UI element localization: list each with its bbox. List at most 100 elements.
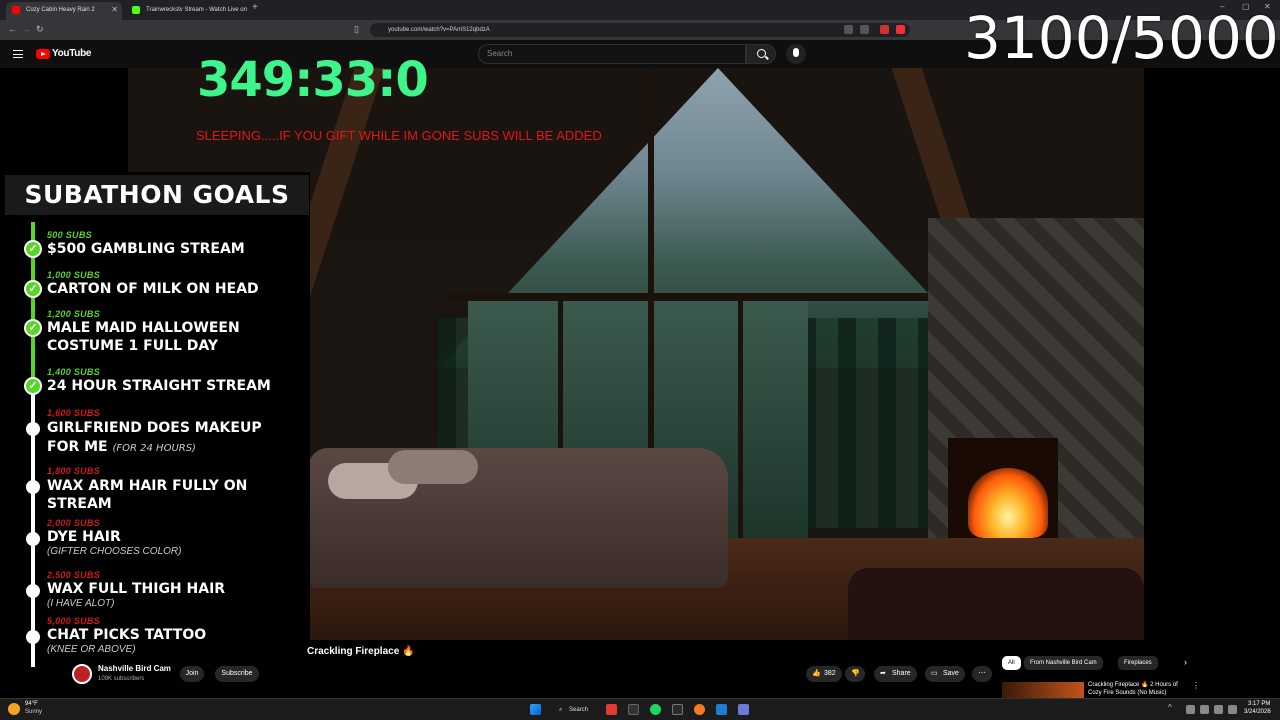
- dislike-button[interactable]: 👎: [845, 666, 865, 682]
- save-icon: ▭: [931, 670, 938, 677]
- brave-browser-icon[interactable]: [606, 704, 617, 715]
- back-icon[interactable]: ←: [8, 24, 17, 34]
- save-label: Save: [943, 670, 959, 677]
- clock-time[interactable]: 3:17 PM: [1248, 701, 1270, 707]
- thumbs-down-icon: 👎: [851, 670, 860, 677]
- video-title: Crackling Fireplace 🔥: [307, 646, 415, 657]
- goal-name: CHAT PICKS TATTOO: [47, 627, 207, 643]
- spotify-icon[interactable]: [650, 704, 661, 715]
- goal-name: DYE HAIR: [47, 529, 121, 545]
- goal-name: MALE MAID HALLOWEEN: [47, 320, 240, 336]
- search-icon: [757, 49, 766, 58]
- start-menu-icon[interactable]: [530, 704, 541, 715]
- recommendation-title[interactable]: Crackling Fireplace 🔥 2 Hours of Cozy Fi…: [1088, 681, 1188, 697]
- goal-subtitle: (GIFTER CHOOSES COLOR): [47, 546, 182, 557]
- goal-name: WAX FULL THIGH HAIR: [47, 581, 226, 597]
- tab-trainwreckstv[interactable]: Trainwreckstv Stream - Watch Live on: [126, 2, 248, 20]
- app-icon[interactable]: [716, 704, 727, 715]
- subscribe-button[interactable]: Subscribe: [215, 666, 259, 682]
- extension-icon[interactable]: [880, 25, 889, 34]
- goal-requirement: 2,000 SUBS: [47, 518, 101, 528]
- reload-icon[interactable]: ↻: [36, 24, 44, 35]
- battery-icon[interactable]: [1228, 705, 1237, 714]
- voice-search-icon[interactable]: [786, 44, 806, 64]
- goal-requirement: 500 SUBS: [47, 230, 92, 240]
- tab-title: Trainwreckstv Stream - Watch Live on: [146, 7, 247, 13]
- more-icon: ⋯: [978, 670, 986, 677]
- more-actions-button[interactable]: ⋯: [972, 666, 992, 682]
- channel-name[interactable]: Nashville Bird Cam: [98, 664, 171, 673]
- window-transom: [448, 293, 968, 301]
- like-button[interactable]: 👍 382: [806, 666, 842, 682]
- chip-fireplaces[interactable]: Fireplaces: [1118, 656, 1158, 670]
- search-placeholder: Search: [487, 49, 513, 58]
- chip-all[interactable]: All: [1002, 656, 1021, 670]
- leather-sofa: [848, 568, 1144, 640]
- url-text: youtube.com/watch?v=PAmS12qbdzA: [388, 27, 490, 33]
- extension-icon[interactable]: [860, 25, 869, 34]
- bookmark-icon[interactable]: ▯: [354, 24, 359, 35]
- tab-cozy-cabin[interactable]: Cozy Cabin Heavy Rain 2 ✕: [6, 2, 122, 20]
- share-button[interactable]: ➦ Share: [874, 666, 917, 682]
- chip-from-channel[interactable]: From Nashville Bird Cam: [1024, 656, 1103, 670]
- menu-icon[interactable]: [13, 50, 23, 58]
- search-button[interactable]: [746, 44, 776, 64]
- goal-requirement: 1,200 SUBS: [47, 309, 101, 319]
- app-icon[interactable]: [694, 704, 705, 715]
- taskbar-search[interactable]: ⌕ Search: [557, 703, 595, 717]
- goal-name: WAX ARM HAIR FULLY ON: [47, 478, 248, 494]
- extension-icon[interactable]: [844, 25, 853, 34]
- tray-chevron-icon[interactable]: ^: [1168, 703, 1172, 712]
- volume-icon[interactable]: [1214, 705, 1223, 714]
- weather-sun-icon[interactable]: [8, 703, 20, 715]
- wifi-icon[interactable]: [1200, 705, 1209, 714]
- new-tab-icon[interactable]: +: [252, 2, 258, 13]
- windows-taskbar: 94°F Sunny ⌕ Search ^ 3:17 PM 3/24/2026: [0, 698, 1280, 720]
- pending-dot-icon: [26, 422, 40, 436]
- share-label: Share: [892, 670, 911, 677]
- thumbs-up-icon: 👍: [812, 670, 821, 677]
- goal-name: CARTON OF MILK ON HEAD: [47, 281, 259, 297]
- goal-subtitle: (I HAVE ALOT): [47, 598, 115, 609]
- weather-condition: Sunny: [25, 709, 43, 715]
- more-vert-icon[interactable]: ⋮: [1192, 681, 1200, 690]
- goal-name: 24 HOUR STRAIGHT STREAM: [47, 378, 271, 394]
- join-button[interactable]: Join: [180, 666, 204, 682]
- clock-date[interactable]: 3/24/2026: [1244, 709, 1271, 715]
- app-icon[interactable]: [672, 704, 683, 715]
- goal-requirement: 1,600 SUBS: [47, 408, 101, 418]
- pillow: [388, 450, 478, 484]
- like-count: 382: [824, 670, 836, 677]
- check-icon: ✓: [24, 319, 42, 337]
- app-icon[interactable]: [738, 704, 749, 715]
- goal-name: $500 GAMBLING STREAM: [47, 241, 245, 257]
- close-icon[interactable]: ✕: [111, 2, 118, 18]
- youtube-logo-icon[interactable]: [36, 49, 50, 59]
- terminal-icon[interactable]: [628, 704, 639, 715]
- goal-name-line2-text: FOR ME: [47, 439, 108, 455]
- tray-icon[interactable]: [1186, 705, 1195, 714]
- goal-requirement: 2,500 SUBS: [47, 570, 101, 580]
- goal-subtitle: (KNEE OR ABOVE): [47, 644, 136, 655]
- forward-icon[interactable]: →: [22, 24, 31, 34]
- url-field[interactable]: youtube.com/watch?v=PAmS12qbdzA: [370, 23, 910, 37]
- window-mullion: [738, 298, 743, 548]
- goal-requirement: 1,400 SUBS: [47, 367, 101, 377]
- search-input[interactable]: Search: [478, 44, 746, 64]
- check-icon: ✓: [24, 377, 42, 395]
- kick-favicon-icon: [132, 6, 140, 14]
- recommendation-thumbnail[interactable]: [1002, 682, 1084, 698]
- check-icon: ✓: [24, 240, 42, 258]
- search-icon: ⌕: [559, 707, 563, 713]
- youtube-wordmark[interactable]: YouTube: [52, 48, 92, 59]
- extension-icon[interactable]: [896, 25, 905, 34]
- subathon-goals-panel: SUBATHON GOALS 500 SUBS ✓ $500 GAMBLING …: [0, 172, 310, 667]
- channel-avatar[interactable]: [72, 664, 92, 684]
- pending-dot-icon: [26, 480, 40, 494]
- save-button[interactable]: ▭ Save: [925, 666, 965, 682]
- goal-name: GIRLFRIEND DOES MAKEUP: [47, 420, 262, 436]
- channel-subscriber-count: 109K subscribers: [98, 676, 145, 682]
- pending-dot-icon: [26, 630, 40, 644]
- tab-title: Cozy Cabin Heavy Rain 2: [26, 7, 95, 13]
- chevron-right-icon[interactable]: ›: [1184, 657, 1187, 667]
